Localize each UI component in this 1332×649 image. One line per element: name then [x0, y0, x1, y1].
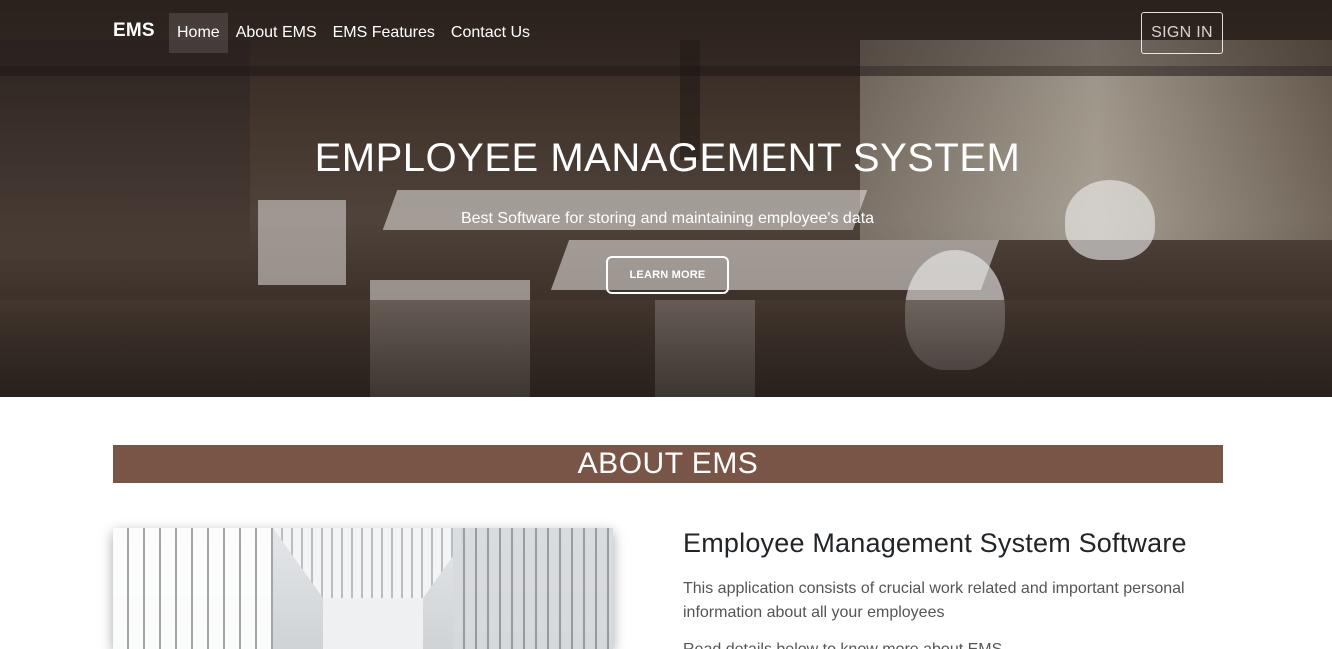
about-heading: Employee Management System Software — [683, 528, 1187, 558]
nav-link-home[interactable]: Home — [169, 13, 228, 53]
brand-logo[interactable]: EMS — [113, 20, 155, 42]
hero-section: EMS Home About EMS EMS Features Contact … — [0, 0, 1332, 397]
nav-link-contact[interactable]: Contact Us — [443, 13, 538, 53]
about-section-title: ABOUT EMS — [113, 445, 1223, 483]
learn-more-button[interactable]: LEARN MORE — [606, 256, 729, 294]
hero-bg-floor — [0, 300, 1332, 397]
sign-in-button[interactable]: SIGN IN — [1141, 12, 1223, 54]
about-paragraph-2: Read details below to know more about EM… — [683, 638, 1223, 649]
image-skylight — [273, 528, 473, 598]
top-navbar: EMS Home About EMS EMS Features Contact … — [0, 0, 1332, 66]
hero-subtitle: Best Software for storing and maintainin… — [460, 210, 875, 227]
image-corridor — [323, 598, 423, 649]
about-building-image — [113, 528, 613, 649]
nav-links: Home About EMS EMS Features Contact Us — [169, 13, 538, 53]
about-paragraph: This application consists of crucial wor… — [683, 580, 1185, 621]
image-right-wall — [453, 528, 613, 649]
nav-link-features[interactable]: EMS Features — [325, 13, 443, 53]
hero-title: EMPLOYEE MANAGEMENT SYSTEM — [314, 136, 1021, 180]
hero-bg-beam — [0, 66, 1332, 76]
image-left-wall — [113, 528, 273, 649]
nav-link-about[interactable]: About EMS — [228, 13, 325, 53]
